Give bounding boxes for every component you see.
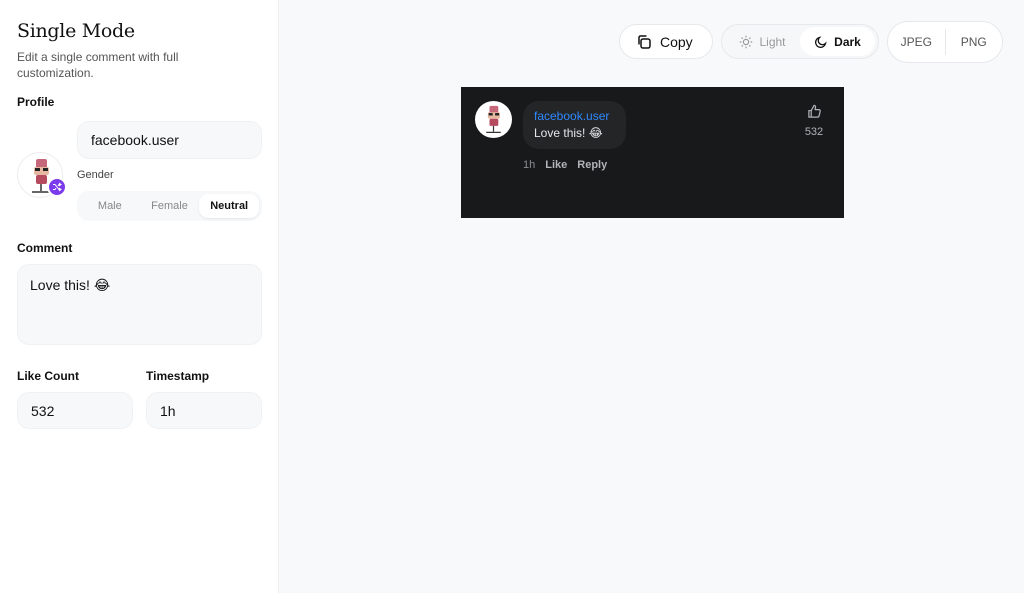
preview-reply-action: Reply: [577, 159, 608, 171]
page-subtitle: Edit a single comment with full customiz…: [17, 50, 179, 80]
export-png-button[interactable]: PNG: [946, 22, 1003, 62]
preview-username: facebook.user: [534, 109, 610, 123]
copy-icon: [638, 34, 651, 49]
shuffle-avatar-button[interactable]: [47, 177, 67, 197]
shuffle-icon: [53, 182, 62, 192]
comment-bubble: facebook.user Love this! 😂: [523, 101, 626, 149]
theme-light-button[interactable]: Light: [725, 27, 800, 56]
copy-button[interactable]: Copy: [619, 24, 713, 59]
preview-like-box: 532: [798, 104, 830, 138]
avatar-illustration-icon: [486, 105, 501, 133]
preview-timestamp: 1h: [523, 159, 536, 171]
like-count-label: Like Count: [17, 369, 79, 383]
thumbs-up-icon: [807, 104, 821, 118]
export-format-group: JPEG PNG: [887, 21, 1003, 63]
gender-selector: Male Female Neutral: [77, 191, 262, 221]
theme-light-label: Light: [759, 34, 786, 49]
like-count-input[interactable]: 532: [17, 392, 133, 429]
theme-dark-label: Dark: [834, 34, 861, 49]
sun-icon: [740, 35, 753, 48]
gender-option-neutral[interactable]: Neutral: [199, 194, 260, 218]
profile-label: Profile: [17, 95, 55, 109]
preview-comment-text: Love this! 😂: [534, 126, 603, 140]
theme-toggle: Light Dark: [721, 24, 879, 59]
copy-label: Copy: [660, 33, 693, 50]
comment-preview: facebook.user Love this! 😂 1h Like Reply…: [461, 87, 844, 218]
comment-meta: 1h Like Reply: [523, 159, 607, 171]
comment-textarea[interactable]: Love this! 😂: [17, 264, 262, 345]
sidebar: Single Mode Edit a single comment with f…: [0, 0, 279, 593]
gender-label: Gender: [77, 169, 114, 181]
preview-like-count: 532: [804, 126, 824, 138]
timestamp-label: Timestamp: [146, 369, 210, 383]
username-input[interactable]: facebook.user: [77, 121, 262, 159]
gender-option-female[interactable]: Female: [140, 194, 200, 218]
preview-like-action: Like: [545, 159, 568, 171]
export-jpeg-button[interactable]: JPEG: [888, 22, 945, 62]
theme-dark-button[interactable]: Dark: [800, 27, 875, 56]
gender-option-male[interactable]: Male: [80, 194, 140, 218]
moon-icon: [815, 35, 827, 48]
page-title: Single Mode: [17, 20, 135, 42]
timestamp-input[interactable]: 1h: [146, 392, 262, 429]
comment-label: Comment: [17, 241, 73, 255]
preview-avatar: [475, 101, 512, 138]
